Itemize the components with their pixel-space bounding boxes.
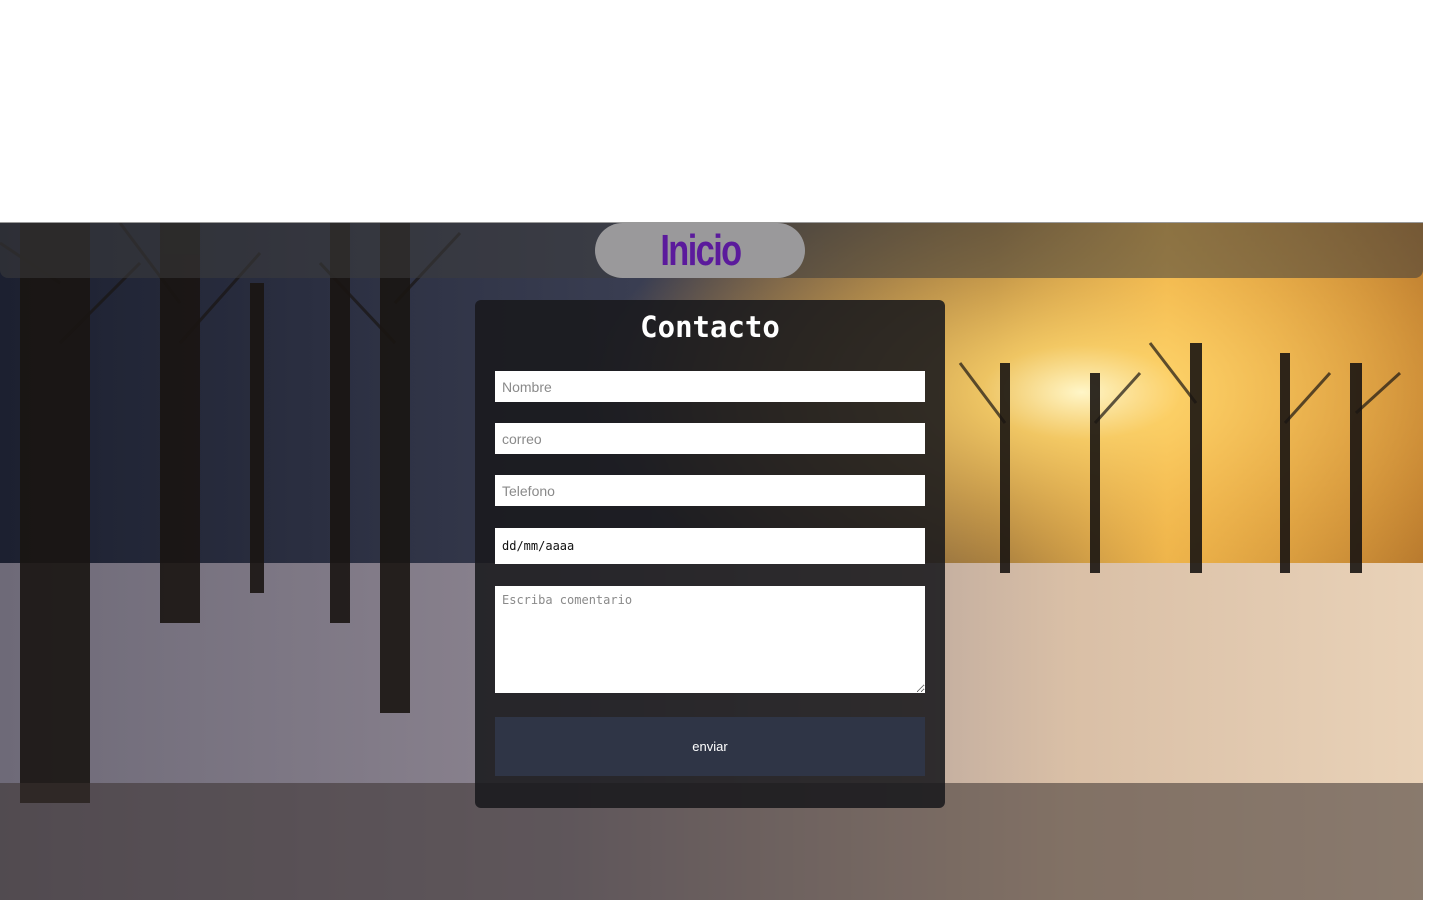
email-input[interactable] bbox=[495, 423, 925, 454]
top-blank-area bbox=[0, 0, 1440, 222]
hero-section: Inicio Contacto dd/mm/aaaa enviar bbox=[0, 222, 1423, 900]
nav-home-label: Inicio bbox=[659, 225, 742, 275]
navbar: Inicio bbox=[0, 223, 1423, 278]
form-title: Contacto bbox=[640, 310, 780, 344]
comment-textarea[interactable] bbox=[495, 586, 925, 693]
submit-button[interactable]: enviar bbox=[495, 717, 925, 776]
date-input[interactable]: dd/mm/aaaa bbox=[495, 528, 925, 564]
contact-form: Contacto dd/mm/aaaa enviar bbox=[475, 300, 945, 808]
nav-home-link[interactable]: Inicio bbox=[595, 223, 805, 278]
phone-input[interactable] bbox=[495, 475, 925, 506]
date-input-placeholder: dd/mm/aaaa bbox=[502, 539, 575, 553]
name-input[interactable] bbox=[495, 371, 925, 402]
